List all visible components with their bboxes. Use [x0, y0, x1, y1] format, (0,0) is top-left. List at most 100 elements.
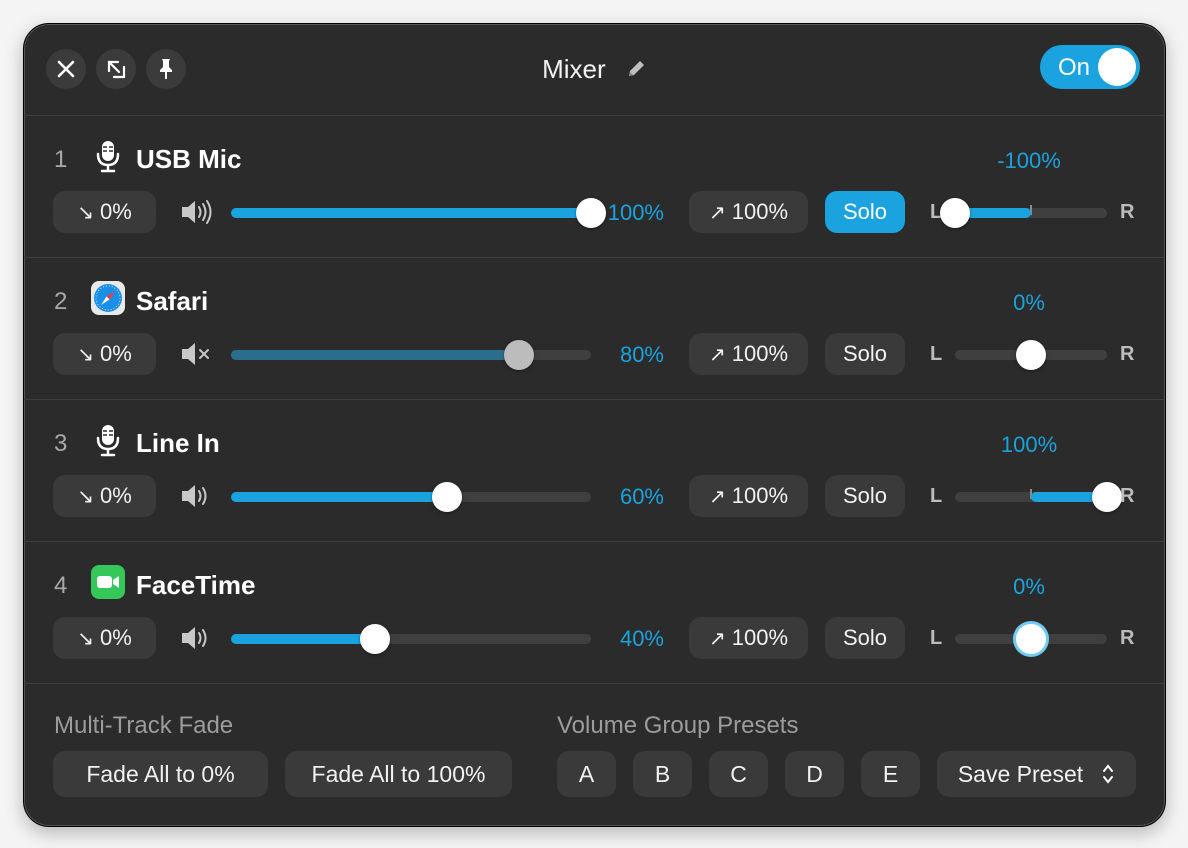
mixer-window: Mixer On 1 USB Mic ↘ 0% 100% ↗ 100% Solo: [23, 23, 1166, 827]
fade-in-value: 0%: [99, 625, 132, 650]
pan-percent: -100%: [997, 148, 1061, 173]
track-row: 4 FaceTime ↘ 0% 40% ↗ 100% Solo 0% L R: [24, 542, 1165, 683]
pan-knob[interactable]: [1092, 482, 1122, 512]
preset-d-button[interactable]: D: [785, 751, 844, 797]
fade-in-button[interactable]: ↘ 0%: [53, 191, 156, 233]
pan-slider[interactable]: [940, 198, 1107, 228]
fade-all-zero-button[interactable]: Fade All to 0%: [53, 751, 268, 797]
window-title-text: Mixer: [542, 54, 606, 84]
fade-in-button[interactable]: ↘ 0%: [53, 617, 156, 659]
chevron-up-down-icon: [1101, 762, 1115, 786]
pan-right-label: R: [1120, 201, 1135, 223]
track-row: 3 Line In ↘ 0% 60% ↗ 100% Solo 100% L R: [24, 400, 1165, 541]
volume-knob[interactable]: [504, 340, 534, 370]
volume-knob[interactable]: [360, 624, 390, 654]
track-name: Line In: [136, 428, 220, 458]
arrow-up-right-icon: ↗: [708, 627, 726, 650]
pencil-icon[interactable]: [625, 56, 647, 87]
fade-out-value: 100%: [731, 341, 789, 366]
track-name: USB Mic: [136, 144, 242, 174]
track-number: 4: [54, 572, 68, 599]
solo-button[interactable]: Solo: [825, 475, 905, 517]
pan-percent: 100%: [1000, 432, 1058, 457]
fade-in-button[interactable]: ↘ 0%: [53, 475, 156, 517]
volume-slider[interactable]: [231, 340, 591, 370]
pan-slider[interactable]: [955, 624, 1107, 654]
fade-in-value: 0%: [99, 483, 132, 508]
fade-out-button[interactable]: ↗ 100%: [689, 191, 808, 233]
speaker-icon[interactable]: [180, 196, 214, 228]
save-preset-button[interactable]: Save Preset: [937, 751, 1136, 797]
fade-in-value: 0%: [99, 199, 132, 224]
footer: Multi-Track Fade Fade All to 0% Fade All…: [24, 684, 1165, 826]
arrow-down-right-icon: ↘: [77, 343, 94, 366]
arrow-down-right-icon: ↘: [77, 201, 94, 224]
solo-button[interactable]: Solo: [825, 333, 905, 375]
volume-knob[interactable]: [432, 482, 462, 512]
track-number: 3: [54, 430, 68, 457]
speaker-muted-icon[interactable]: [180, 338, 214, 370]
power-toggle-label: On: [1058, 54, 1091, 81]
pan-percent: 0%: [1013, 290, 1045, 315]
fade-out-button[interactable]: ↗ 100%: [689, 617, 808, 659]
volume-percent: 60%: [619, 484, 664, 509]
arrow-down-right-icon: ↘: [77, 627, 94, 650]
pan-left-label: L: [930, 627, 943, 649]
power-toggle[interactable]: On: [1040, 45, 1140, 89]
track-number: 1: [54, 146, 68, 173]
preset-c-button[interactable]: C: [709, 751, 768, 797]
pan-right-label: R: [1120, 627, 1135, 649]
pan-left-label: L: [930, 485, 943, 507]
facetime-camera-icon: [91, 564, 125, 600]
volume-fill: [231, 492, 447, 502]
window-title: Mixer: [24, 54, 1165, 87]
arrow-up-right-icon: ↗: [708, 343, 726, 366]
track-number: 2: [54, 288, 68, 315]
pan-knob[interactable]: [1016, 624, 1046, 654]
volume-fill: [231, 634, 375, 644]
track-name: Safari: [136, 286, 209, 316]
volume-slider[interactable]: [231, 482, 591, 512]
fade-out-value: 100%: [731, 625, 789, 650]
track-row: 1 USB Mic ↘ 0% 100% ↗ 100% Solo -100% L …: [24, 116, 1165, 257]
safari-compass-icon: [91, 280, 125, 316]
volume-group-presets-label: Volume Group Presets: [557, 712, 799, 739]
pan-percent: 0%: [1013, 574, 1045, 599]
pan-knob[interactable]: [1016, 340, 1046, 370]
track-row: 2 Safari ↘ 0% 80% ↗ 100% Solo 0% L R: [24, 258, 1165, 399]
window-header: Mixer On: [24, 24, 1165, 116]
speaker-icon[interactable]: [180, 622, 214, 654]
volume-slider[interactable]: [231, 198, 606, 228]
fade-all-full-button[interactable]: Fade All to 100%: [285, 751, 512, 797]
volume-fill: [231, 208, 591, 218]
volume-fill: [231, 350, 519, 360]
track-name: FaceTime: [136, 570, 256, 600]
fade-out-button[interactable]: ↗ 100%: [689, 333, 808, 375]
pan-right-label: R: [1120, 343, 1135, 365]
fade-in-button[interactable]: ↘ 0%: [53, 333, 156, 375]
toggle-knob: [1098, 48, 1136, 86]
pan-knob[interactable]: [940, 198, 970, 228]
preset-e-button[interactable]: E: [861, 751, 920, 797]
volume-percent: 40%: [619, 626, 664, 651]
solo-button[interactable]: Solo: [825, 617, 905, 659]
arrow-down-right-icon: ↘: [77, 485, 94, 508]
preset-b-button[interactable]: B: [633, 751, 692, 797]
multi-track-fade-label: Multi-Track Fade: [54, 712, 234, 739]
arrow-up-right-icon: ↗: [708, 485, 726, 508]
preset-a-button[interactable]: A: [557, 751, 616, 797]
pan-slider[interactable]: [955, 482, 1122, 512]
pan-left-label: L: [930, 343, 943, 365]
volume-percent: 100%: [607, 200, 664, 225]
microphone-icon: [91, 138, 125, 174]
fade-out-value: 100%: [731, 483, 789, 508]
solo-button[interactable]: Solo: [825, 191, 905, 233]
microphone-icon: [91, 422, 125, 458]
pan-slider[interactable]: [955, 340, 1107, 370]
volume-slider[interactable]: [231, 624, 591, 654]
fade-in-value: 0%: [99, 341, 132, 366]
speaker-icon[interactable]: [180, 480, 214, 512]
arrow-up-right-icon: ↗: [708, 201, 726, 224]
save-preset-label: Save Preset: [957, 760, 1084, 787]
fade-out-button[interactable]: ↗ 100%: [689, 475, 808, 517]
